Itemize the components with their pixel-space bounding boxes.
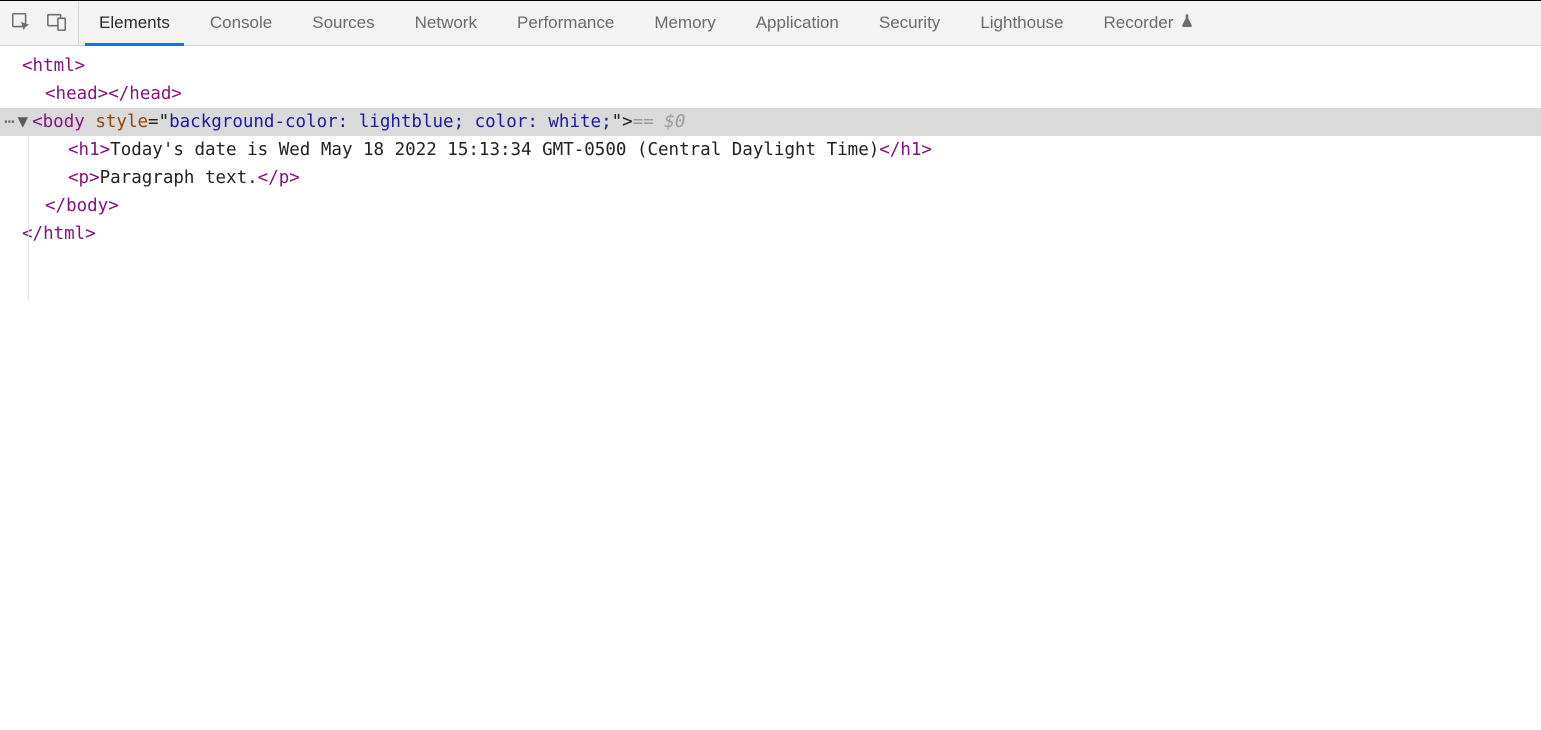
h1-text: Today's date is Wed May 18 2022 15:13:34… xyxy=(110,136,879,164)
tab-label: Performance xyxy=(517,13,614,33)
open-angle: < xyxy=(32,108,43,136)
tab-label: Console xyxy=(210,13,272,33)
dom-node-h1[interactable]: <h1>Today's date is Wed May 18 2022 15:1… xyxy=(0,136,1541,164)
tab-label: Recorder xyxy=(1104,13,1174,33)
device-toggle-icon[interactable] xyxy=(46,11,68,36)
tab-label: Network xyxy=(415,13,477,33)
tab-memory[interactable]: Memory xyxy=(634,1,735,45)
tab-lighthouse[interactable]: Lighthouse xyxy=(960,1,1083,45)
tab-recorder[interactable]: Recorder xyxy=(1084,1,1216,45)
toolbar-icon-group xyxy=(0,1,79,45)
dom-tree[interactable]: <html> <head></head> ⋯ ▼ <body style="ba… xyxy=(0,46,1541,248)
dom-node-body-selected[interactable]: ⋯ ▼ <body style="background-color: light… xyxy=(0,108,1541,136)
tab-elements[interactable]: Elements xyxy=(79,1,190,45)
attr-name: style xyxy=(95,108,148,136)
tab-application[interactable]: Application xyxy=(736,1,859,45)
tab-console[interactable]: Console xyxy=(190,1,292,45)
p-text: Paragraph text. xyxy=(100,164,258,192)
tab-security[interactable]: Security xyxy=(859,1,960,45)
dom-node-html-close[interactable]: </html> xyxy=(0,220,1541,248)
dom-tag-close: </head> xyxy=(108,80,182,108)
attr-value: background-color: lightblue; color: whit… xyxy=(169,108,612,136)
dom-node-html-open[interactable]: <html> xyxy=(0,52,1541,80)
tab-label: Application xyxy=(756,13,839,33)
tab-performance[interactable]: Performance xyxy=(497,1,634,45)
tab-sources[interactable]: Sources xyxy=(292,1,394,45)
dom-node-p[interactable]: <p>Paragraph text.</p> xyxy=(0,164,1541,192)
dom-node-head[interactable]: <head></head> xyxy=(0,80,1541,108)
tab-label: Memory xyxy=(654,13,715,33)
tag-name: body xyxy=(43,108,85,136)
dom-node-body-close[interactable]: </body> xyxy=(0,192,1541,220)
flask-icon xyxy=(1179,13,1195,34)
dom-tag: <head> xyxy=(45,80,108,108)
panel-tabs: Elements Console Sources Network Perform… xyxy=(79,1,1215,45)
inspect-icon[interactable] xyxy=(10,11,32,36)
tab-label: Lighthouse xyxy=(980,13,1063,33)
tab-label: Sources xyxy=(312,13,374,33)
tab-label: Security xyxy=(879,13,940,33)
devtools-toolbar: Elements Console Sources Network Perform… xyxy=(0,0,1541,46)
selected-annotation: == $0 xyxy=(633,108,686,136)
tab-network[interactable]: Network xyxy=(395,1,497,45)
dom-tag: <html> xyxy=(22,52,85,80)
tab-label: Elements xyxy=(99,13,170,33)
ellipsis-icon[interactable]: ⋯ xyxy=(0,108,18,136)
disclosure-icon[interactable]: ▼ xyxy=(18,108,33,136)
